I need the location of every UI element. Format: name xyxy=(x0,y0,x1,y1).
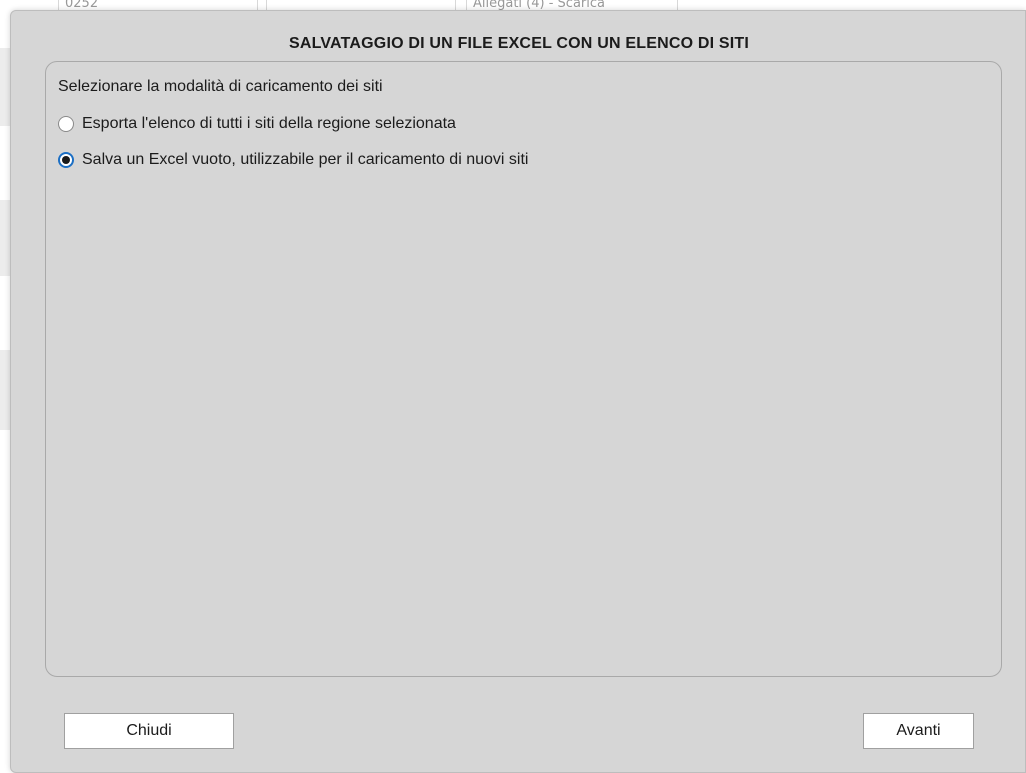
next-button[interactable]: Avanti xyxy=(863,713,974,749)
load-mode-group: Selezionare la modalità di caricamento d… xyxy=(45,61,1002,677)
radio-checked-icon[interactable] xyxy=(58,152,74,168)
close-button[interactable]: Chiudi xyxy=(64,713,234,749)
radio-option-label: Salva un Excel vuoto, utilizzabile per i… xyxy=(82,151,529,168)
radio-option-label: Esporta l'elenco di tutti i siti della r… xyxy=(82,115,456,132)
group-label: Selezionare la modalità di caricamento d… xyxy=(58,78,383,95)
background-stripe xyxy=(0,200,10,276)
radio-unchecked-icon[interactable] xyxy=(58,116,74,132)
radio-option-export-all[interactable]: Esporta l'elenco di tutti i siti della r… xyxy=(58,113,456,135)
export-sites-dialog: SALVATAGGIO DI UN FILE EXCEL CON UN ELEN… xyxy=(10,10,1026,773)
dialog-title: SALVATAGGIO DI UN FILE EXCEL CON UN ELEN… xyxy=(288,35,750,52)
background-stripe xyxy=(0,48,10,126)
background-stripe xyxy=(0,350,10,430)
radio-option-empty-excel[interactable]: Salva un Excel vuoto, utilizzabile per i… xyxy=(58,149,528,171)
